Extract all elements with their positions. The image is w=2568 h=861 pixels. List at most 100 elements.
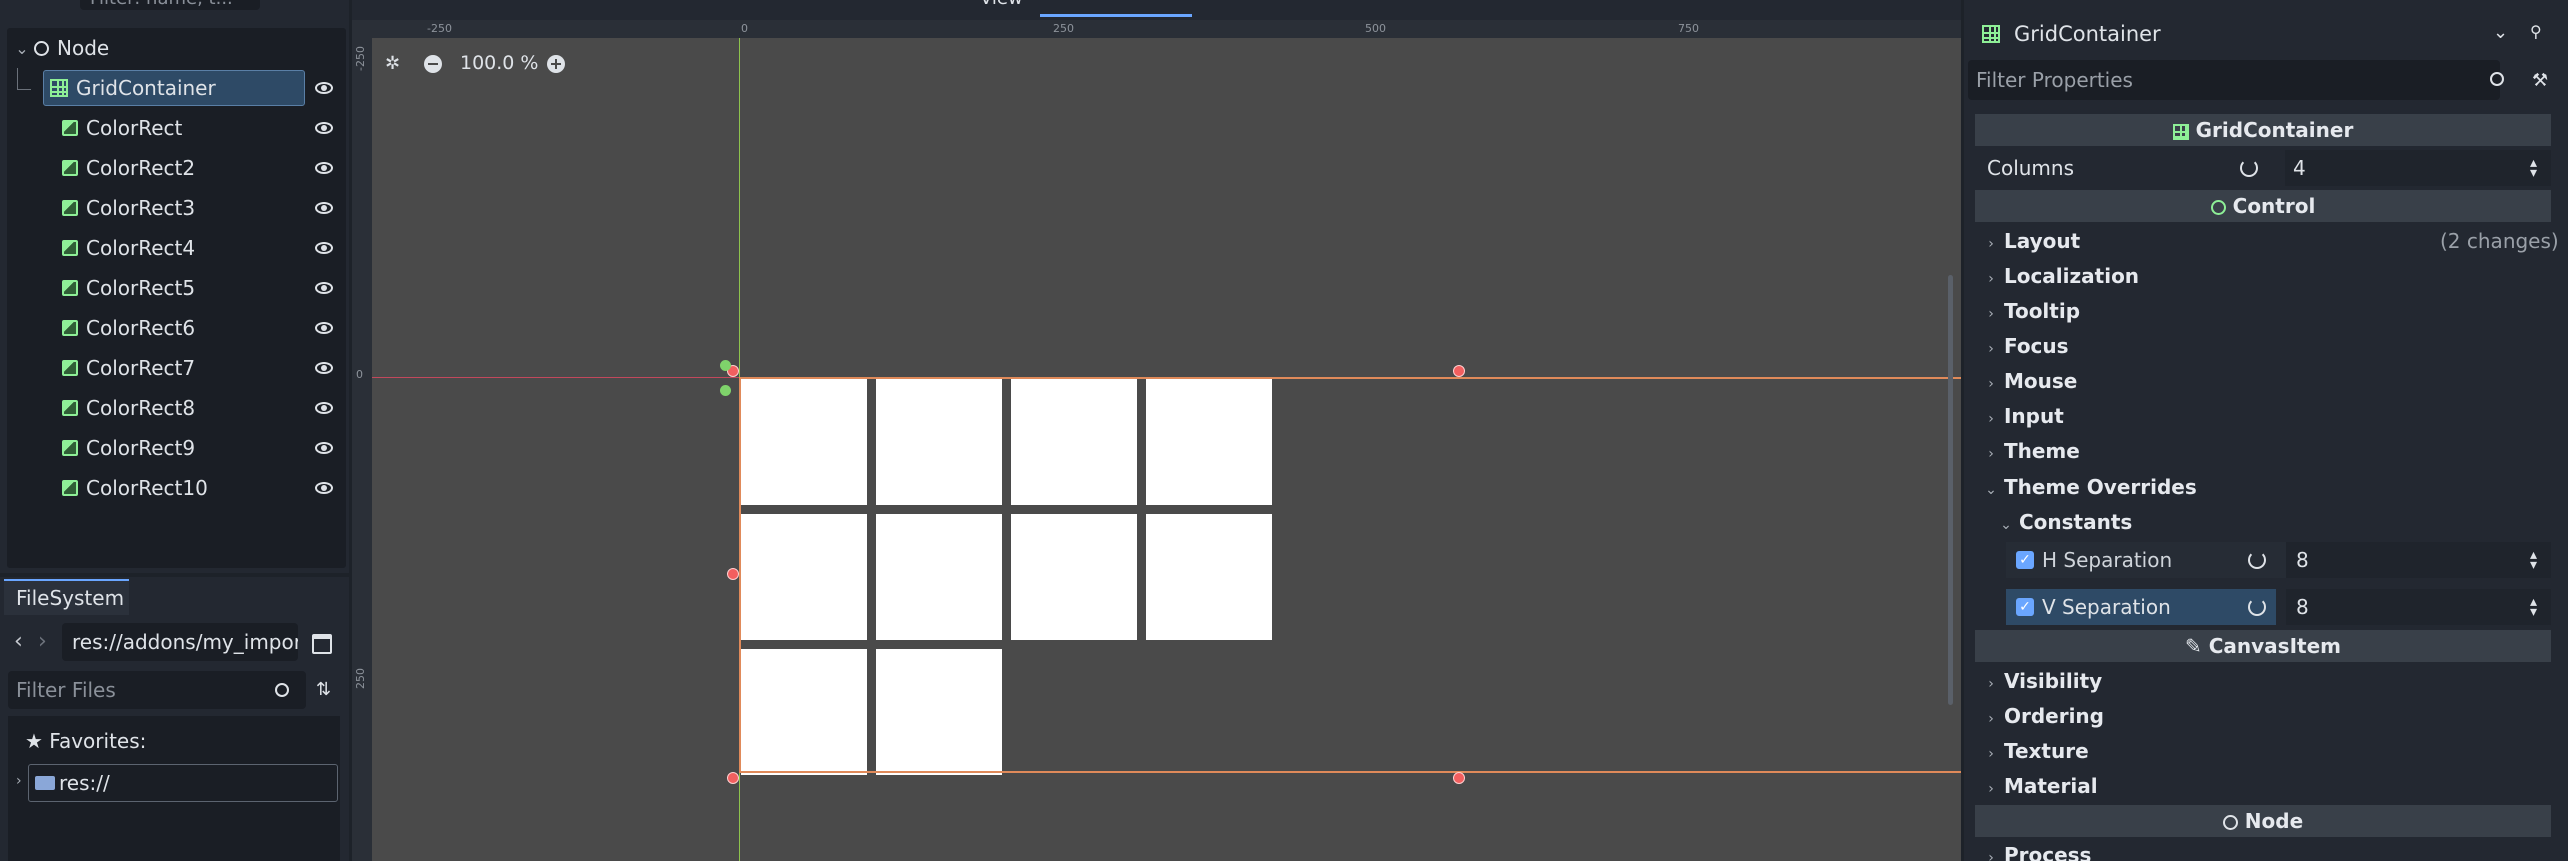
favorites-label: Favorites: xyxy=(49,729,147,753)
gridcontainer-selection[interactable] xyxy=(739,377,1961,773)
visibility-eye-icon[interactable] xyxy=(315,482,333,494)
spinner-icon[interactable]: ▴ ▾ xyxy=(2530,595,2537,619)
visibility-eye-icon[interactable] xyxy=(315,322,333,334)
tree-item-colorrect[interactable]: ColorRect10 xyxy=(62,470,312,506)
tree-item-gridcontainer[interactable]: GridContainer xyxy=(43,70,305,106)
property-label: V Separation xyxy=(2042,595,2171,619)
forward-arrow-icon[interactable]: › xyxy=(38,629,47,654)
tree-item-node[interactable]: ⌄ Node xyxy=(14,30,109,66)
checkbox-checked-icon[interactable]: ✓ xyxy=(2016,551,2034,569)
group-material[interactable]: › Material xyxy=(1985,774,2097,798)
chevron-down-icon[interactable]: ⌄ xyxy=(2493,22,2508,43)
ruler-label: -250 xyxy=(427,22,452,35)
doc-icon[interactable]: ⚲ xyxy=(2530,22,2542,41)
h-separation-field[interactable]: 8 xyxy=(2286,542,2551,578)
group-theme-overrides[interactable]: ⌄ Theme Overrides xyxy=(1985,475,2197,499)
visibility-eye-icon[interactable] xyxy=(315,362,333,374)
visibility-eye-icon[interactable] xyxy=(315,402,333,414)
columns-value: 4 xyxy=(2293,156,2306,180)
node-icon xyxy=(34,40,49,56)
tree-item-colorrect[interactable]: ColorRect7 xyxy=(62,350,312,386)
visibility-eye-icon[interactable] xyxy=(315,282,333,294)
resize-handle[interactable] xyxy=(1453,365,1465,377)
chevron-right-icon[interactable]: › xyxy=(16,773,22,789)
group-ordering[interactable]: › Ordering xyxy=(1985,704,2104,728)
v-separation-field[interactable]: 8 xyxy=(2286,589,2551,625)
filter-files-input[interactable]: Filter Files xyxy=(8,671,306,709)
group-texture[interactable]: › Texture xyxy=(1985,739,2088,763)
filesystem-path-input[interactable]: res://addons/my_impor xyxy=(62,623,298,661)
chevron-down-icon[interactable]: ⌄ xyxy=(14,39,30,58)
tree-item-colorrect[interactable]: ColorRect8 xyxy=(62,390,312,426)
group-focus[interactable]: › Focus xyxy=(1985,334,2068,358)
scene-filter-input[interactable]: Filter: name, t... xyxy=(80,0,260,10)
section-title: Node xyxy=(2244,809,2304,833)
zoom-level-button[interactable]: 100.0 % xyxy=(460,52,539,74)
tree-item-label: ColorRect7 xyxy=(86,356,196,380)
sort-icon[interactable]: ⇅ xyxy=(316,679,331,700)
resize-handle[interactable] xyxy=(727,772,739,784)
view-menu-button[interactable]: View xyxy=(980,0,1023,9)
tree-item-colorrect[interactable]: ColorRect4 xyxy=(62,230,312,266)
revert-icon[interactable] xyxy=(2248,598,2266,616)
resize-handle[interactable] xyxy=(1453,772,1465,784)
ruler-vertical[interactable]: -250 0 250 xyxy=(352,38,372,861)
visibility-eye-icon[interactable] xyxy=(315,242,333,254)
group-visibility[interactable]: › Visibility xyxy=(1985,669,2102,693)
inspector-object-selector[interactable]: GridContainer xyxy=(1972,14,2495,54)
tree-item-colorrect[interactable]: ColorRect5 xyxy=(62,270,312,306)
spinner-icon[interactable]: ▴ ▾ xyxy=(2530,156,2537,180)
viewport-scrollbar[interactable] xyxy=(1948,275,1953,705)
property-label: H Separation xyxy=(2042,548,2173,572)
visibility-eye-icon[interactable] xyxy=(315,202,333,214)
tree-guide xyxy=(17,68,31,90)
group-theme[interactable]: › Theme xyxy=(1985,439,2080,463)
visibility-eye-icon[interactable] xyxy=(315,122,333,134)
tree-item-label: ColorRect xyxy=(86,116,183,140)
tree-item-colorrect[interactable]: ColorRect9 xyxy=(62,430,312,466)
anchor-handle[interactable] xyxy=(720,360,731,371)
folder-icon xyxy=(35,776,55,790)
zoom-in-icon[interactable] xyxy=(547,55,565,73)
res-folder-item[interactable]: res:// xyxy=(28,764,338,802)
visibility-eye-icon[interactable] xyxy=(315,82,333,94)
spinner-icon[interactable]: ▴ ▾ xyxy=(2530,548,2537,572)
property-label: Columns xyxy=(1987,156,2075,180)
group-process[interactable]: › Process xyxy=(1985,843,2091,861)
checkbox-checked-icon[interactable]: ✓ xyxy=(2016,598,2034,616)
tab-filesystem[interactable]: FileSystem xyxy=(4,579,129,615)
visibility-eye-icon[interactable] xyxy=(315,162,333,174)
property-tools-icon[interactable]: ⚒ xyxy=(2532,70,2548,91)
favorites-item[interactable]: ★ Favorites: xyxy=(25,729,146,753)
revert-icon[interactable] xyxy=(2248,551,2266,569)
resize-handle[interactable] xyxy=(727,568,739,580)
filter-properties-input[interactable]: Filter Properties xyxy=(1968,60,2500,100)
group-layout[interactable]: › Layout xyxy=(1985,229,2080,253)
zoom-out-icon[interactable] xyxy=(424,55,442,73)
group-constants[interactable]: ⌄ Constants xyxy=(2000,510,2132,534)
tree-item-colorrect[interactable]: ColorRect xyxy=(62,110,312,146)
ruler-label: -250 xyxy=(354,46,367,71)
tree-item-colorrect[interactable]: ColorRect3 xyxy=(62,190,312,226)
tree-item-colorrect[interactable]: ColorRect6 xyxy=(62,310,312,346)
grid-container-icon xyxy=(1982,25,2000,43)
ruler-label: 0 xyxy=(356,368,363,381)
tree-item-colorrect[interactable]: ColorRect2 xyxy=(62,150,312,186)
ruler-label: 750 xyxy=(1678,22,1699,35)
group-tooltip[interactable]: › Tooltip xyxy=(1985,299,2080,323)
group-localization[interactable]: › Localization xyxy=(1985,264,2139,288)
section-title: Control xyxy=(2232,194,2316,218)
revert-icon[interactable] xyxy=(2240,159,2258,177)
split-mode-icon[interactable] xyxy=(312,634,332,654)
group-input[interactable]: › Input xyxy=(1985,404,2064,428)
tree-item-label: ColorRect2 xyxy=(86,156,196,180)
ruler-label: 500 xyxy=(1365,22,1386,35)
ruler-horizontal[interactable]: -250 0 250 500 750 xyxy=(352,20,1961,38)
back-arrow-icon[interactable]: ‹ xyxy=(14,629,23,654)
tree-item-label: ColorRect6 xyxy=(86,316,196,340)
anchor-handle[interactable] xyxy=(720,385,731,396)
group-mouse[interactable]: › Mouse xyxy=(1985,369,2077,393)
columns-field[interactable]: 4 xyxy=(2285,150,2551,186)
zoom-reset-icon[interactable]: ✲ xyxy=(385,53,400,74)
visibility-eye-icon[interactable] xyxy=(315,442,333,454)
